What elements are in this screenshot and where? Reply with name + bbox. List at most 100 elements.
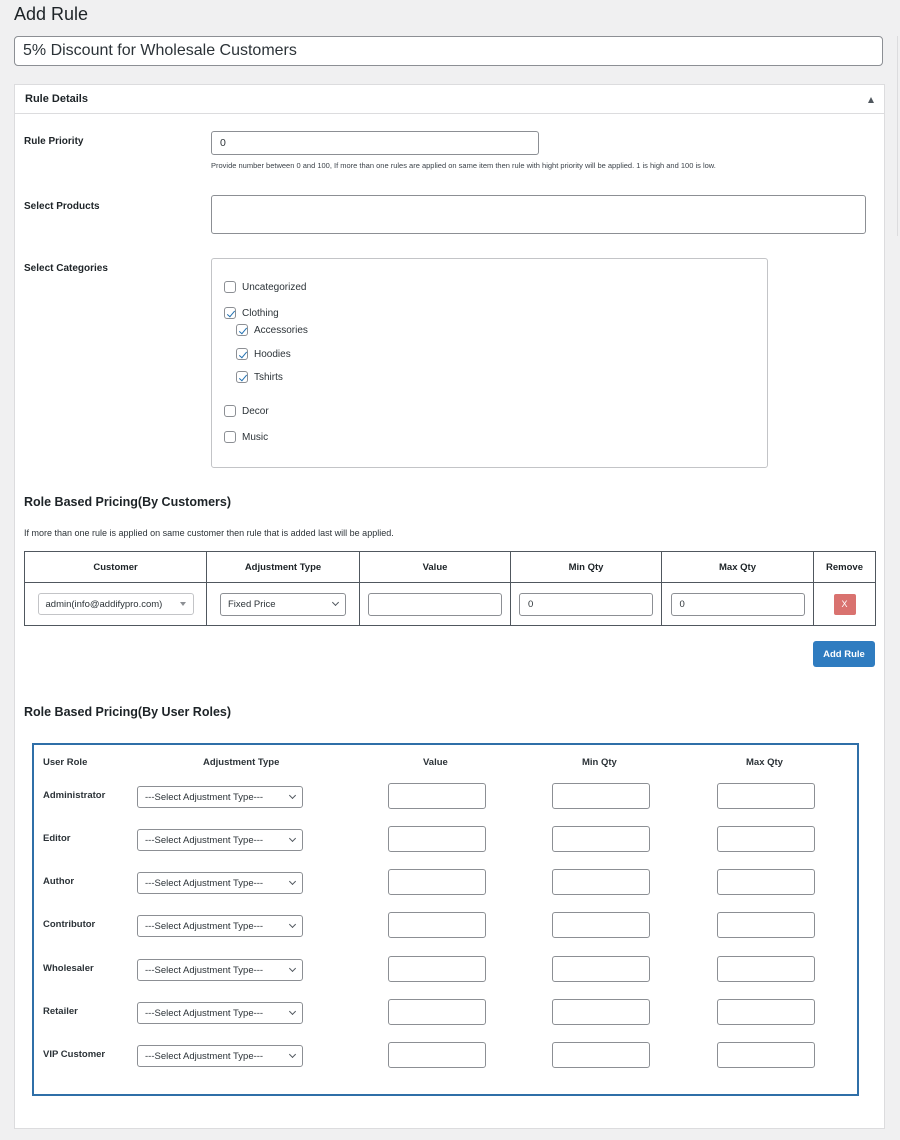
column-header: Min Qty	[510, 551, 662, 583]
role-max-qty-input[interactable]	[717, 826, 815, 852]
role-max-qty-input[interactable]	[717, 1042, 815, 1068]
role-label: Wholesaler	[43, 963, 94, 974]
max-qty-input[interactable]: 0	[670, 592, 805, 616]
column-header: Adjustment Type	[206, 551, 360, 583]
chevron-down-icon	[288, 1007, 297, 1016]
postbox-header[interactable]: Rule Details	[15, 85, 884, 114]
role-adjustment-type-select[interactable]: ---Select Adjustment Type---	[137, 829, 303, 851]
role-adjustment-type-select[interactable]: ---Select Adjustment Type---	[137, 915, 303, 937]
roles-table: User Role Adjustment Type Value Min Qty …	[32, 743, 859, 1096]
role-adjustment-type-select[interactable]: ---Select Adjustment Type---	[137, 1002, 303, 1024]
column-header: Max Qty	[661, 551, 814, 583]
role-min-qty-input[interactable]	[552, 826, 650, 852]
role-min-qty-input[interactable]	[552, 912, 650, 938]
rule-details-postbox: Rule Details Rule Priority 0 Provide num…	[14, 84, 885, 1129]
chevron-down-icon	[288, 964, 297, 973]
category-label: Music	[242, 431, 269, 443]
role-adjustment-type-select[interactable]: ---Select Adjustment Type---	[137, 1045, 303, 1067]
select-categories-label: Select Categories	[24, 263, 108, 274]
customers-section-heading: Role Based Pricing(By Customers)	[24, 495, 231, 509]
category-clothing[interactable]: Clothing	[224, 307, 279, 319]
add-rule-button[interactable]: Add Rule	[813, 641, 875, 667]
role-max-qty-input[interactable]	[717, 912, 815, 938]
adjustment-type-value: Fixed Price	[228, 598, 276, 610]
remove-button[interactable]: X	[833, 593, 856, 615]
role-value-input[interactable]	[388, 956, 486, 982]
role-adjustment-type-value: ---Select Adjustment Type---	[145, 920, 264, 932]
chevron-down-icon	[331, 598, 340, 607]
checkbox-checked[interactable]	[236, 371, 248, 383]
role-label: Author	[43, 876, 75, 887]
role-value-input[interactable]	[388, 826, 486, 852]
column-header: Remove	[813, 551, 876, 583]
categories-box: Uncategorized Clothing Accessories Hoodi…	[211, 258, 768, 468]
role-max-qty-input[interactable]	[717, 956, 815, 982]
column-header: Value	[423, 757, 448, 768]
role-value-input[interactable]	[388, 783, 486, 809]
category-hoodies[interactable]: Hoodies	[236, 348, 291, 360]
customers-table: Customer Adjustment Type Value Min Qty M…	[24, 551, 876, 626]
chevron-down-icon	[288, 920, 297, 929]
role-adjustment-type-value: ---Select Adjustment Type---	[145, 1050, 264, 1062]
chevron-down-icon	[288, 834, 297, 843]
category-label: Decor	[242, 405, 269, 417]
role-value-input[interactable]	[388, 869, 486, 895]
checkbox[interactable]	[224, 431, 236, 443]
role-min-qty-input[interactable]	[552, 999, 650, 1025]
rule-priority-value: 0	[220, 137, 226, 149]
role-max-qty-input[interactable]	[717, 783, 815, 809]
rule-priority-help: Provide number between 0 and 100, If mor…	[211, 161, 716, 170]
role-value-input[interactable]	[388, 1042, 486, 1068]
column-header: User Role	[43, 757, 88, 768]
roles-section-heading: Role Based Pricing(By User Roles)	[24, 705, 232, 719]
role-adjustment-type-select[interactable]: ---Select Adjustment Type---	[137, 872, 303, 894]
customers-section-note: If more than one rule is applied on same…	[24, 528, 394, 538]
category-uncategorized[interactable]: Uncategorized	[224, 281, 306, 293]
chevron-down-icon	[288, 791, 297, 800]
value-input[interactable]	[368, 592, 502, 616]
checkbox[interactable]	[224, 405, 236, 417]
role-label: Administrator	[43, 790, 106, 801]
role-label: Retailer	[43, 1006, 78, 1017]
role-adjustment-type-select[interactable]: ---Select Adjustment Type---	[137, 959, 303, 981]
category-tshirts[interactable]: Tshirts	[236, 371, 283, 383]
min-qty-input[interactable]: 0	[519, 592, 653, 616]
role-max-qty-input[interactable]	[717, 869, 815, 895]
column-header: Adjustment Type	[203, 757, 280, 768]
category-decor[interactable]: Decor	[224, 405, 269, 417]
select-products-label: Select Products	[24, 201, 100, 212]
role-value-input[interactable]	[388, 999, 486, 1025]
category-label: Uncategorized	[242, 281, 307, 293]
role-max-qty-input[interactable]	[717, 999, 815, 1025]
rule-priority-input[interactable]: 0	[211, 131, 539, 155]
category-label: Clothing	[242, 307, 279, 319]
checkbox-checked[interactable]	[224, 307, 236, 319]
role-value-input[interactable]	[388, 912, 486, 938]
rule-title-value: 5% Discount for Wholesale Customers	[23, 42, 297, 59]
role-min-qty-input[interactable]	[552, 956, 650, 982]
role-adjustment-type-select[interactable]: ---Select Adjustment Type---	[137, 786, 303, 808]
category-accessories[interactable]: Accessories	[236, 324, 308, 336]
adjustment-type-select[interactable]: Fixed Price	[220, 592, 346, 616]
postbox-title: Rule Details	[25, 93, 88, 105]
select-products-input[interactable]	[211, 195, 866, 234]
customer-select[interactable]: admin(info@addifypro.com)	[37, 593, 194, 615]
column-header: Min Qty	[582, 757, 617, 768]
column-header: Customer	[24, 551, 207, 583]
checkbox[interactable]	[224, 281, 236, 293]
checkbox-checked[interactable]	[236, 348, 248, 360]
role-adjustment-type-value: ---Select Adjustment Type---	[145, 877, 264, 889]
role-min-qty-input[interactable]	[552, 869, 650, 895]
role-min-qty-input[interactable]	[552, 1042, 650, 1068]
chevron-down-icon	[288, 1050, 297, 1059]
role-label: Editor	[43, 833, 71, 844]
table-row: admin(info@addifypro.com) Fixed Price 0 …	[24, 582, 876, 626]
category-music[interactable]: Music	[224, 431, 268, 443]
role-min-qty-input[interactable]	[552, 783, 650, 809]
rule-title-input[interactable]: 5% Discount for Wholesale Customers	[14, 36, 883, 66]
triangle-up-icon[interactable]	[868, 97, 874, 103]
category-label: Hoodies	[254, 348, 291, 360]
dropdown-arrow-icon	[179, 602, 186, 606]
role-adjustment-type-value: ---Select Adjustment Type---	[145, 834, 264, 846]
checkbox-checked[interactable]	[236, 324, 248, 336]
